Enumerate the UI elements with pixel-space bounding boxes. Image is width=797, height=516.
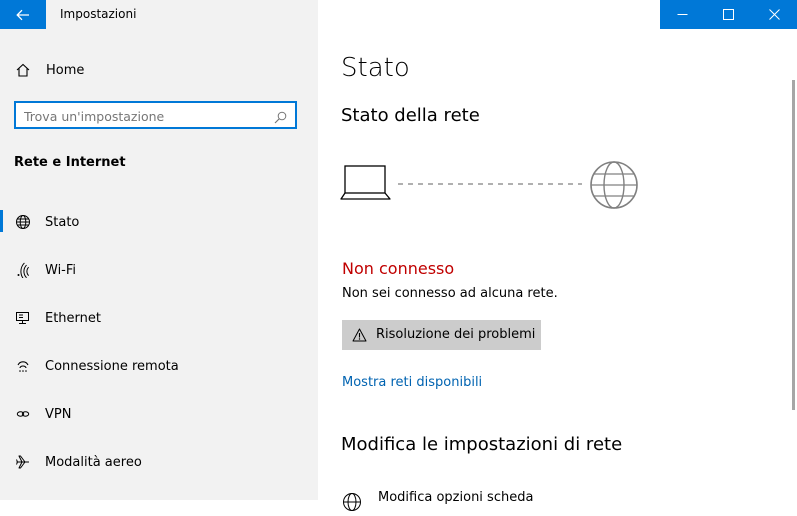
page-title: Stato — [341, 53, 410, 83]
ethernet-icon — [14, 309, 32, 327]
sidebar-item-label: VPN — [45, 406, 72, 422]
back-arrow-icon — [16, 9, 29, 20]
close-icon — [769, 9, 780, 20]
section-title: Rete e Internet — [14, 155, 126, 170]
globe-icon — [14, 213, 32, 231]
sidebar-item-vpn[interactable]: VPN — [0, 394, 318, 434]
minimize-icon — [677, 14, 688, 15]
sidebar-item-stato[interactable]: Stato — [0, 202, 318, 242]
troubleshoot-label: Risoluzione dei problemi — [376, 327, 536, 342]
sidebar-item-label: Stato — [45, 214, 80, 230]
search-input[interactable] — [24, 107, 269, 125]
home-icon — [14, 61, 32, 79]
network-status-heading: Stato della rete — [341, 105, 480, 126]
sidebar-item-label: Modalità aereo — [45, 454, 142, 470]
minimize-button[interactable] — [660, 0, 705, 29]
adapter-options-label: Modifica opzioni scheda — [378, 490, 534, 505]
warning-icon — [352, 327, 367, 346]
scrollbar[interactable] — [792, 80, 795, 410]
airplane-icon — [14, 453, 32, 471]
sidebar-item-home[interactable]: Home — [0, 50, 318, 90]
search-icon[interactable] — [274, 109, 287, 128]
sidebar-item-wifi[interactable]: Wi-Fi — [0, 250, 318, 290]
show-networks-link[interactable]: Mostra reti disponibili — [342, 375, 482, 390]
sidebar-item-connessione-remota[interactable]: Connessione remota — [0, 346, 318, 386]
dialup-icon — [14, 357, 32, 375]
sidebar-item-label: Home — [46, 62, 85, 78]
maximize-icon — [723, 9, 734, 20]
wifi-icon — [14, 261, 32, 279]
change-settings-heading: Modifica le impostazioni di rete — [341, 434, 623, 455]
troubleshoot-button[interactable]: Risoluzione dei problemi — [342, 320, 541, 350]
sidebar: Impostazioni Home Rete e Internet Stato … — [0, 0, 318, 500]
vpn-icon — [14, 405, 32, 423]
app-title: Impostazioni — [60, 7, 137, 21]
laptop-icon — [340, 165, 391, 200]
back-button[interactable] — [0, 0, 46, 29]
connection-status-title: Non connesso — [342, 259, 455, 278]
sidebar-item-ethernet[interactable]: Ethernet — [0, 298, 318, 338]
globe-icon — [342, 492, 362, 516]
sidebar-item-label: Wi-Fi — [45, 262, 77, 278]
search-box[interactable] — [14, 101, 297, 129]
connection-status-description: Non sei connesso ad alcuna rete. — [342, 286, 558, 301]
maximize-button[interactable] — [706, 0, 751, 29]
sidebar-item-label: Connessione remota — [45, 358, 179, 374]
sidebar-item-modalita-aereo[interactable]: Modalità aereo — [0, 442, 318, 482]
network-diagram — [340, 158, 640, 222]
title-bar-controls — [660, 0, 797, 29]
internet-globe-icon — [590, 161, 638, 209]
close-button[interactable] — [752, 0, 797, 29]
sidebar-item-label: Ethernet — [45, 310, 101, 326]
